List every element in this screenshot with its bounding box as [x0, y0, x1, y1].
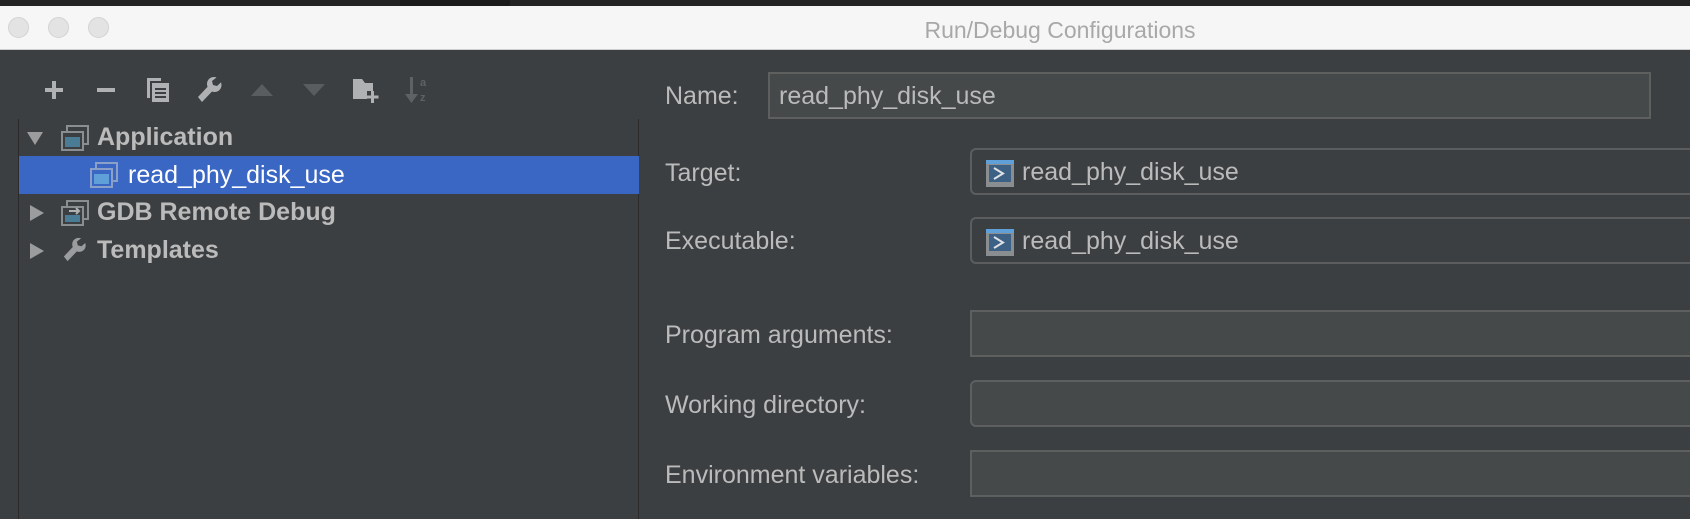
sort-az-icon: az: [405, 77, 427, 104]
move-down-button[interactable]: [288, 74, 340, 106]
environment-variables-input[interactable]: [970, 450, 1690, 497]
tree-item-label: GDB Remote Debug: [97, 198, 336, 226]
svg-text:a: a: [420, 77, 427, 89]
name-input[interactable]: read_phy_disk_use: [768, 72, 1651, 119]
expand-arrow-right-icon[interactable]: [29, 205, 45, 221]
tree-item-templates[interactable]: Templates: [19, 232, 639, 270]
plus-icon: [45, 81, 63, 99]
target-label: Target:: [665, 159, 742, 187]
config-toolbar: az: [28, 74, 444, 106]
tree-item-label: Application: [97, 123, 234, 151]
svg-text:z: z: [420, 92, 426, 104]
tree-item-label: Templates: [97, 236, 219, 264]
wrench-icon: [63, 237, 86, 262]
name-value: read_phy_disk_use: [779, 82, 996, 110]
executable-label: Executable:: [665, 227, 796, 255]
tree-item-label: read_phy_disk_use: [128, 161, 345, 189]
sort-alphabetically-button[interactable]: az: [392, 74, 444, 106]
tree-item-read-phy-disk-use[interactable]: read_phy_disk_use: [19, 156, 639, 194]
expand-arrow-down-icon[interactable]: [27, 130, 43, 146]
arrow-down-icon: [303, 84, 325, 96]
target-value: read_phy_disk_use: [1022, 158, 1239, 186]
application-icon: [90, 162, 118, 188]
expand-arrow-right-icon[interactable]: [29, 243, 45, 259]
window-titlebar: Run/Debug Configurations: [0, 6, 1690, 50]
environment-variables-label: Environment variables:: [665, 461, 920, 489]
remote-debug-icon: [61, 200, 89, 226]
executable-value: read_phy_disk_use: [1022, 227, 1239, 255]
executable-icon: [986, 160, 1014, 187]
edit-templates-button[interactable]: [184, 74, 236, 106]
working-directory-label: Working directory:: [665, 391, 866, 419]
program-arguments-label: Program arguments:: [665, 321, 893, 349]
copy-configuration-button[interactable]: [132, 74, 184, 106]
application-icon: [61, 125, 89, 151]
new-folder-button[interactable]: [340, 74, 392, 106]
arrow-up-icon: [251, 84, 273, 96]
tree-item-gdb-remote-debug[interactable]: GDB Remote Debug: [19, 194, 639, 232]
minus-icon: [97, 88, 115, 92]
wrench-icon: [198, 77, 222, 102]
tree-item-application[interactable]: Application: [19, 119, 639, 157]
name-label: Name:: [665, 82, 739, 110]
move-up-button[interactable]: [236, 74, 288, 106]
target-combobox[interactable]: read_phy_disk_use: [970, 148, 1690, 195]
copy-icon: [147, 78, 169, 102]
window-title: Run/Debug Configurations: [924, 17, 1196, 43]
executable-combobox[interactable]: read_phy_disk_use: [970, 217, 1690, 264]
configuration-tree[interactable]: Application read_phy_disk_use GDB Remote…: [18, 119, 639, 519]
add-configuration-button[interactable]: [28, 74, 80, 106]
working-directory-input[interactable]: [970, 380, 1690, 427]
folder-add-icon: [353, 79, 379, 103]
executable-icon: [986, 229, 1014, 256]
remove-configuration-button[interactable]: [80, 74, 132, 106]
program-arguments-input[interactable]: [970, 310, 1690, 357]
